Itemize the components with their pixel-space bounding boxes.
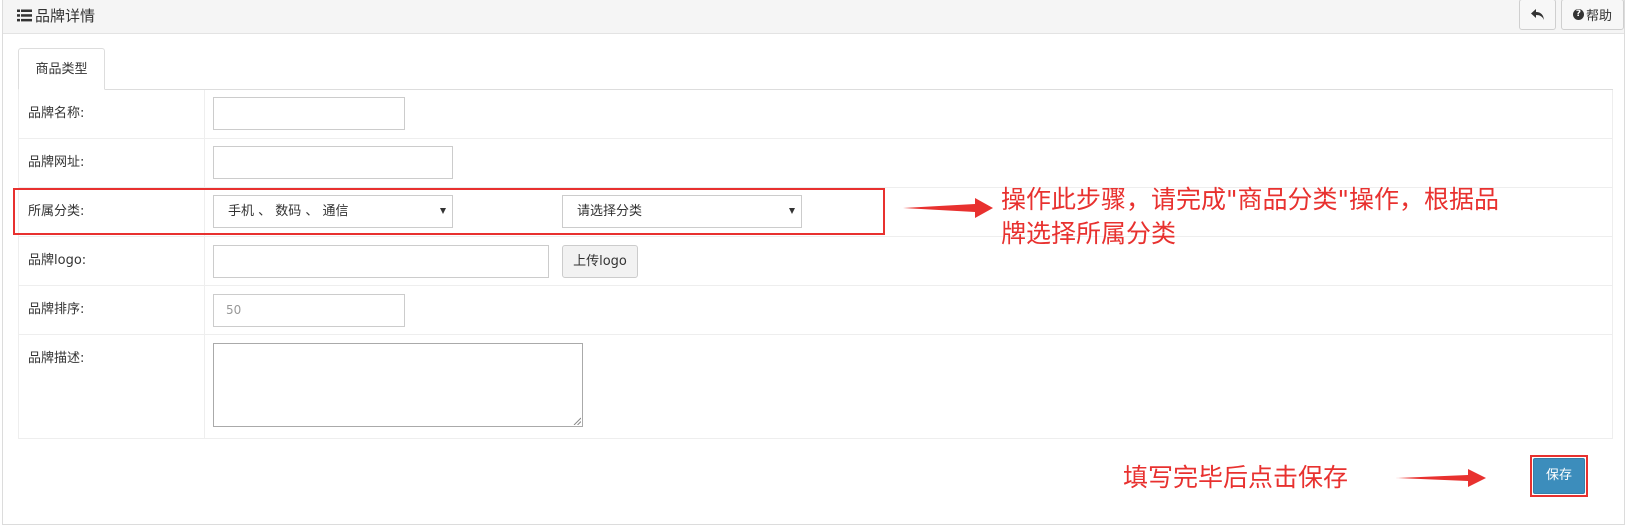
save-button[interactable]: 保存 xyxy=(1533,458,1585,494)
brand-name-input[interactable] xyxy=(213,97,405,130)
category-annotation: 操作此步骤，请完成"商品分类"操作，根据品 牌选择所属分类 xyxy=(1001,183,1499,251)
help-button[interactable]: ? 帮助 xyxy=(1561,0,1624,30)
brand-logo-input[interactable] xyxy=(213,245,549,278)
resize-grip-icon[interactable] xyxy=(573,417,581,425)
arrow-right-icon xyxy=(1396,469,1486,487)
category-note-line1: 操作此步骤，请完成"商品分类"操作，根据品 xyxy=(1001,185,1499,214)
question-circle-icon: ? xyxy=(1572,9,1584,20)
tab-product-type[interactable]: 商品类型 xyxy=(18,48,105,90)
brand-url-input[interactable] xyxy=(213,146,453,179)
arrow-right-icon xyxy=(903,198,993,218)
form-row-name: 品牌名称: xyxy=(19,90,1612,139)
brand-description-label: 品牌描述: xyxy=(28,351,85,366)
brand-form: 品牌名称: 品牌网址: 所属分类: 手机 、 数码 、 通信 请选择分类 品牌l… xyxy=(18,90,1613,439)
form-row-url: 品牌网址: xyxy=(19,139,1612,188)
reply-icon xyxy=(1530,8,1544,20)
list-icon xyxy=(17,9,32,22)
back-button[interactable] xyxy=(1519,0,1556,30)
brand-sort-input[interactable]: 50 xyxy=(213,294,405,327)
help-label: 帮助 xyxy=(1585,9,1612,24)
brand-sort-label: 品牌排序: xyxy=(28,302,85,317)
save-annotation: 填写完毕后点击保存 xyxy=(1123,463,1349,492)
page-title-text: 品牌详情 xyxy=(35,7,96,25)
category-note-line2: 牌选择所属分类 xyxy=(1001,219,1177,248)
brand-url-label: 品牌网址: xyxy=(28,155,85,170)
panel-header: 品牌详情 ? 帮助 xyxy=(3,0,1624,34)
form-row-description: 品牌描述: xyxy=(19,335,1612,439)
brand-name-label: 品牌名称: xyxy=(28,106,85,121)
page-title: 品牌详情 xyxy=(17,5,95,26)
brand-detail-panel: 品牌详情 ? 帮助 商品类型 品牌名称: 品牌网址: 所属分类: 手机 、 数码… xyxy=(2,0,1625,525)
brand-logo-label: 品牌logo: xyxy=(28,253,87,268)
upload-logo-button[interactable]: 上传logo xyxy=(562,245,638,278)
form-row-sort: 品牌排序: 50 xyxy=(19,286,1612,335)
category-highlight-box xyxy=(13,188,885,235)
brand-description-textarea[interactable] xyxy=(213,343,583,427)
